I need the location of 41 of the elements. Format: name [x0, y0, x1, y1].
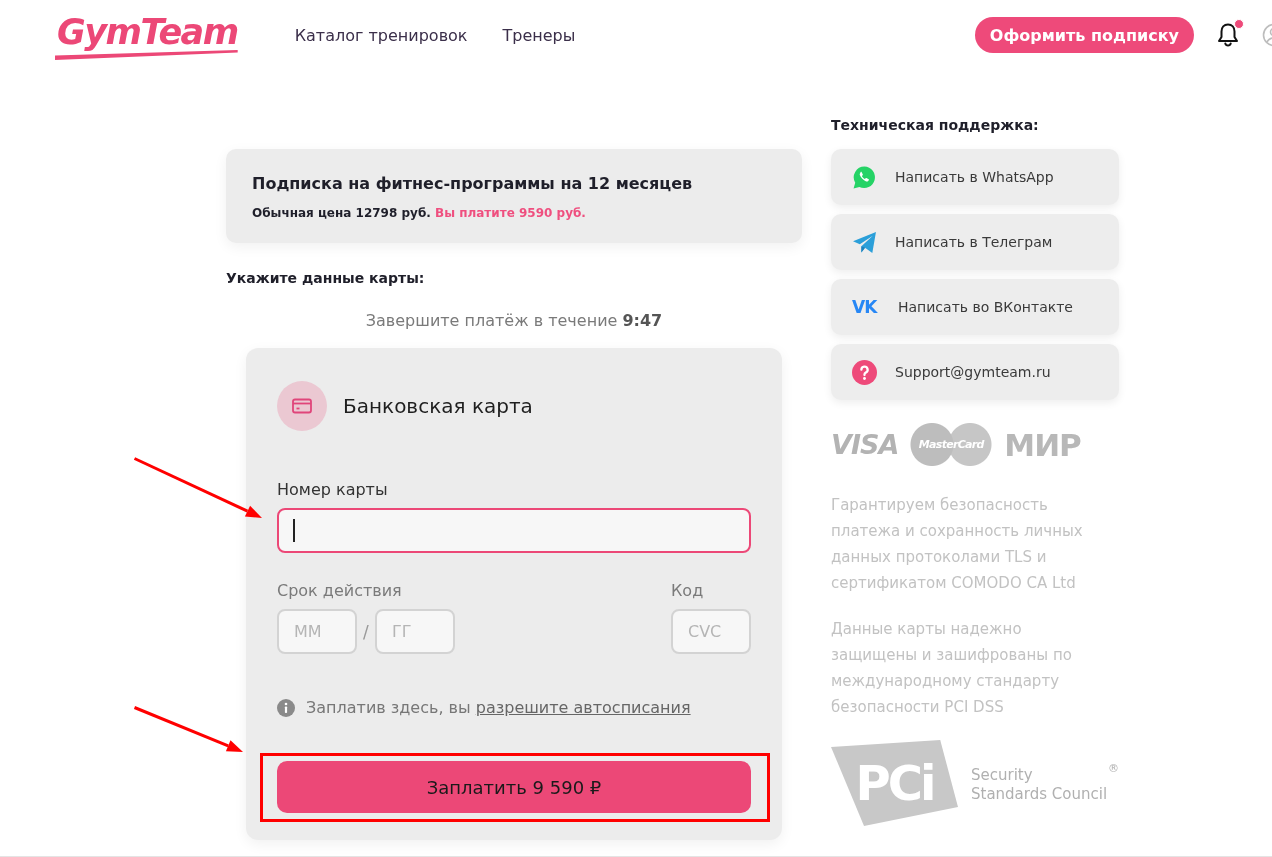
- field-label: Номер карты: [277, 479, 389, 501]
- support-button[interactable]: VK Написать во ВКонтакте: [831, 279, 1119, 335]
- nav-link[interactable]: Тренеры: [502, 25, 576, 45]
- subscribe-button[interactable]: Оформить подписку: [974, 17, 1194, 53]
- price-line: Обычная цена 12798 руб. Вы платите 9590 руб.: [252, 205, 587, 221]
- support-button[interactable]: Написать в Телеграм: [831, 214, 1119, 270]
- credit-card-icon: [277, 381, 327, 431]
- field-label: Срок действия: [277, 580, 403, 602]
- year-input[interactable]: ГГ: [375, 609, 455, 654]
- security-note: Гарантируем безопасность платежа и сохранность личных данных протоколами TLS и сертификатом COMODO CA Ltd: [831, 495, 1084, 594]
- paper-plane-icon: [852, 229, 877, 255]
- support-heading: Техническая поддержка:: [831, 116, 1040, 134]
- date-separator: /: [363, 621, 369, 642]
- month-input[interactable]: ММ: [277, 609, 357, 654]
- pci-caption: Security: [971, 766, 1034, 785]
- security-note: Данные карты надежно защищены и зашифрованы по международному стандарту безопасности PCI DSS: [831, 619, 1073, 718]
- support-button[interactable]: Написать в WhatsApp: [831, 149, 1119, 205]
- autopay-link[interactable]: разрешите автосписания: [475, 698, 691, 717]
- mastercard-logo: MasterCard: [910, 422, 993, 467]
- card-details-heading: Укажите данные карты:: [226, 269, 426, 287]
- field-label: Код: [671, 580, 705, 602]
- bell-icon[interactable]: [1216, 22, 1240, 48]
- pci-caption: Standards Council: [971, 785, 1108, 804]
- logo[interactable]: GymTeam: [57, 13, 238, 61]
- autopay-notice: Заплатив здесь, вы разрешите автосписания: [306, 698, 691, 718]
- profile-icon[interactable]: [1262, 23, 1272, 47]
- mir-logo: МИР: [1004, 426, 1081, 463]
- subscription-title: Подписка на фитнес-программы на 12 месяцев: [252, 174, 694, 194]
- cvc-input[interactable]: CVC: [671, 609, 751, 654]
- nav-link[interactable]: Каталог тренировок: [294, 25, 468, 45]
- payment-method-title: Банковская карта: [343, 394, 533, 418]
- registered-mark: ®: [1108, 762, 1119, 775]
- card-number-input[interactable]: [277, 508, 751, 553]
- payment-timer: Завершите платёж в течение 9:47: [364, 311, 664, 331]
- help-icon: [852, 359, 877, 385]
- visa-logo: VISA: [831, 429, 899, 460]
- support-button[interactable]: Support@gymteam.ru: [831, 344, 1119, 400]
- vk-logo: VK: [852, 297, 879, 317]
- info-icon: [277, 699, 295, 717]
- phone-bubble-icon: [852, 164, 877, 190]
- pay-button[interactable]: Заплатить 9 590 ₽: [277, 761, 751, 813]
